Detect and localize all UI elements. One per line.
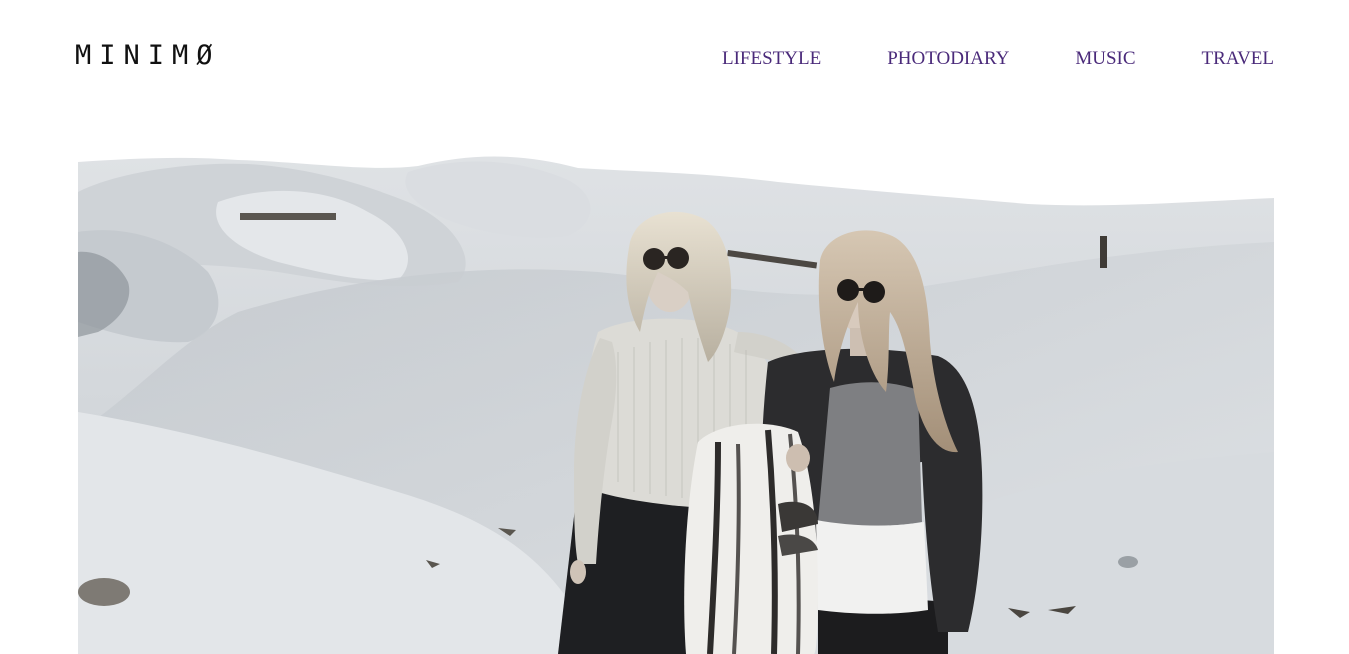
- site-header: MINIMØ LIFESTYLE PHOTODIARY MUSIC TRAVEL: [0, 0, 1349, 118]
- blanket: [684, 423, 818, 654]
- nav-item-lifestyle[interactable]: LIFESTYLE: [722, 47, 821, 71]
- nav-item-music[interactable]: MUSIC: [1075, 47, 1135, 71]
- main-nav: LIFESTYLE PHOTODIARY MUSIC TRAVEL: [722, 47, 1274, 71]
- hero-image[interactable]: [78, 132, 1274, 654]
- site-logo[interactable]: MINIMØ: [75, 40, 221, 72]
- nav-item-photodiary[interactable]: PHOTODIARY: [887, 47, 1009, 71]
- hero-photo-illustration: [78, 132, 1274, 654]
- nav-item-travel[interactable]: TRAVEL: [1202, 47, 1274, 71]
